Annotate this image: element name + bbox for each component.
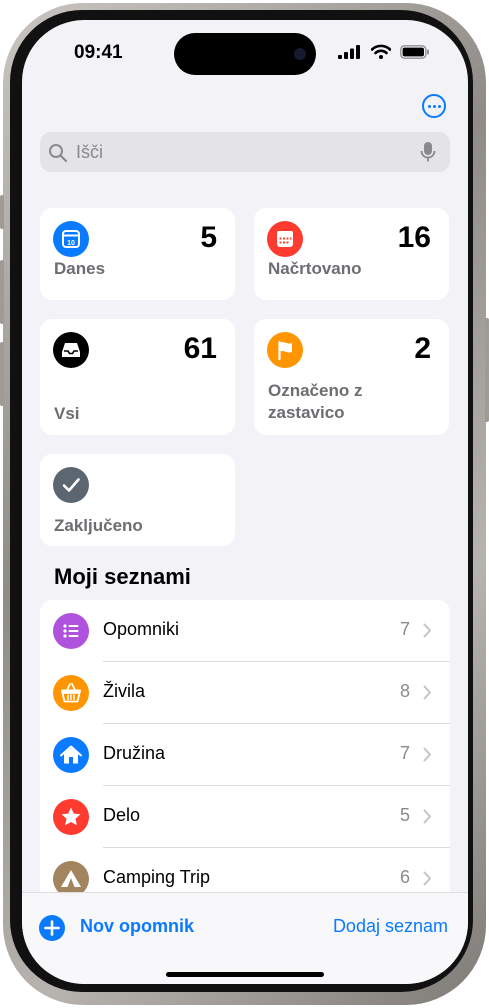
- screen: 09:41 Išči 10 5 Danes 16 Načrtovano 61 V…: [22, 20, 468, 984]
- list-item[interactable]: Družina 7: [40, 724, 450, 786]
- svg-text:10: 10: [67, 240, 75, 247]
- scheduled-label: Načrtovano: [268, 259, 362, 278]
- chevron-right-icon: [423, 871, 431, 886]
- all-count: 61: [183, 332, 217, 365]
- list-bullet-icon: [53, 613, 89, 649]
- calendar-icon: [267, 221, 303, 257]
- chevron-right-icon: [423, 747, 431, 762]
- smart-list-completed[interactable]: Zaključeno: [40, 454, 235, 546]
- list-name: Camping Trip: [103, 867, 211, 887]
- smart-list-all[interactable]: 61 Vsi: [40, 319, 235, 435]
- home-indicator: [166, 972, 324, 977]
- scheduled-count: 16: [397, 221, 431, 254]
- signal-icon: [338, 45, 360, 59]
- add-list-button[interactable]: Dodaj seznam: [333, 916, 448, 937]
- flagged-label: Označeno z zastavico: [268, 381, 363, 422]
- list-name: Delo: [103, 805, 141, 825]
- wifi-icon: [371, 44, 391, 59]
- smart-list-today[interactable]: 10 5 Danes: [40, 208, 235, 300]
- basket-icon: [53, 675, 89, 711]
- list-count: 6: [399, 867, 410, 887]
- star-icon: [53, 799, 89, 835]
- all-label: Vsi: [54, 404, 80, 423]
- calendar-today-icon: 10: [53, 221, 89, 257]
- chevron-right-icon: [423, 623, 431, 638]
- list-count: 7: [399, 619, 410, 639]
- list-name: Opomniki: [103, 619, 180, 639]
- list-count: 5: [399, 805, 410, 825]
- tray-icon: [53, 332, 89, 368]
- search-bar[interactable]: [40, 132, 450, 172]
- today-label: Danes: [54, 259, 106, 278]
- new-reminder-label: Nov opomnik: [80, 916, 195, 936]
- smart-list-flagged[interactable]: 2 Označeno z zastavico: [254, 319, 449, 435]
- search-icon: [49, 144, 68, 163]
- chevron-right-icon: [423, 685, 431, 700]
- dynamic-island: [174, 33, 316, 75]
- camera-icon: [294, 48, 306, 60]
- search-input[interactable]: [76, 132, 406, 172]
- battery-icon: [400, 45, 429, 59]
- list-name: Živila: [103, 681, 146, 701]
- list-count: 7: [399, 743, 410, 763]
- flagged-count: 2: [414, 332, 431, 365]
- status-icons: [338, 44, 438, 60]
- smart-list-scheduled[interactable]: 16 Načrtovano: [254, 208, 449, 300]
- microphone-icon[interactable]: [420, 141, 436, 163]
- my-lists-title: Moji seznami: [54, 564, 191, 589]
- list-item[interactable]: Opomniki 7: [40, 600, 450, 662]
- bottom-toolbar: Nov opomnik Dodaj seznam: [22, 892, 468, 984]
- action-button: [0, 195, 4, 229]
- list-name: Družina: [103, 743, 166, 763]
- flag-icon: [267, 332, 303, 368]
- checkmark-icon: [53, 467, 89, 503]
- plus-circle-icon: [39, 915, 65, 941]
- status-time: 09:41: [74, 42, 123, 63]
- volume-up-button: [0, 260, 4, 324]
- list-item[interactable]: Živila 8: [40, 662, 450, 724]
- list-count: 8: [399, 681, 410, 701]
- house-icon: [53, 737, 89, 773]
- list-item[interactable]: Delo 5: [40, 786, 450, 848]
- today-count: 5: [200, 221, 217, 254]
- side-button: [485, 318, 489, 422]
- volume-down-button: [0, 342, 4, 406]
- completed-label: Zaključeno: [54, 516, 143, 535]
- chevron-right-icon: [423, 809, 431, 824]
- more-options-icon[interactable]: [422, 94, 446, 118]
- my-lists: Opomniki 7 Živila 8 Družina 7 Delo 5 Cam…: [40, 600, 450, 920]
